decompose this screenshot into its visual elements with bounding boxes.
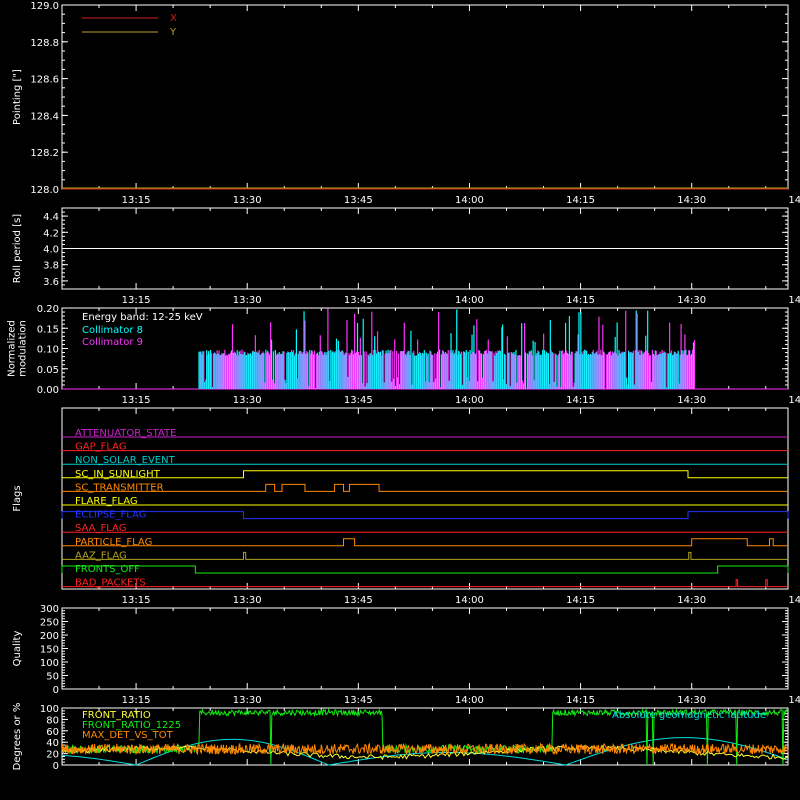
x-tick-label: 13:30 (233, 695, 262, 706)
series-line-geomagnetic-latitude (61, 737, 789, 766)
legend-label: X (170, 13, 177, 24)
y-tick-label: 150 (40, 645, 59, 656)
x-tick-label: 14:15 (566, 395, 595, 406)
y-tick-label: 0.00 (37, 385, 59, 396)
y-axis-label: Pointing ["] (12, 69, 23, 125)
x-tick-label: 14:45 (788, 195, 800, 206)
x-tick-label: 13:15 (122, 595, 151, 606)
x-tick-label: 14:00 (455, 695, 484, 706)
legend-label: Collimator 9 (82, 337, 143, 348)
y-tick-label: 60 (46, 727, 59, 738)
y-tick-label: 4.2 (43, 228, 59, 239)
flag-line (62, 551, 788, 560)
y-tick-label: 0.15 (37, 324, 59, 335)
x-tick-label: 14:30 (677, 395, 706, 406)
y-tick-label: 0 (53, 761, 59, 772)
flag-line (62, 483, 788, 492)
y-tick-label: 128.6 (30, 75, 59, 86)
x-tick-label: 14:30 (677, 295, 706, 306)
y-tick-label: 80 (46, 715, 59, 726)
panel-frame (61, 607, 789, 690)
y-tick-label: 300 (40, 604, 59, 615)
legend-label: Collimator 8 (82, 325, 143, 336)
x-tick-label: 13:45 (344, 695, 373, 706)
x-tick-label: 14:30 (677, 195, 706, 206)
y-tick-label: 4.4 (43, 212, 59, 223)
x-tick-label: 13:30 (233, 595, 262, 606)
x-tick-label: 14:30 (677, 695, 706, 706)
y-axis-label: Normalized (7, 320, 18, 377)
x-tick-label: 14:45 (788, 695, 800, 706)
x-tick-label: 13:30 (233, 195, 262, 206)
y-tick-label: 40 (46, 738, 59, 749)
x-tick-label: 14:15 (566, 595, 595, 606)
x-tick-label: 13:15 (122, 195, 151, 206)
y-tick-label: 50 (46, 672, 59, 683)
x-tick-label: 14:15 (566, 195, 595, 206)
x-tick-label: 13:45 (344, 295, 373, 306)
y-tick-label: 0 (53, 685, 59, 696)
x-tick-label: 14:30 (677, 595, 706, 606)
x-tick-label: 14:15 (566, 695, 595, 706)
y-axis-label: Flags (12, 485, 23, 511)
y-tick-label: 100 (40, 658, 59, 669)
y-tick-label: 128.4 (30, 111, 59, 122)
y-axis-label: Quality (12, 631, 23, 667)
y-tick-label: 3.8 (43, 261, 59, 272)
x-tick-label: 13:15 (122, 695, 151, 706)
x-tick-label: 14:00 (455, 395, 484, 406)
x-tick-label: 13:30 (233, 295, 262, 306)
y-tick-label: 4.0 (43, 245, 59, 256)
y-axis-label: modulation (18, 320, 29, 377)
x-tick-label: 14:45 (788, 595, 800, 606)
x-tick-label: 13:15 (122, 295, 151, 306)
y-tick-label: 100 (40, 704, 59, 715)
y-tick-label: 0.05 (37, 365, 59, 376)
y-tick-label: 128.8 (30, 38, 59, 49)
x-tick-label: 13:45 (344, 395, 373, 406)
x-tick-label: 13:30 (233, 395, 262, 406)
y-axis-label: Degrees or % (12, 703, 23, 771)
x-tick-label: 13:45 (344, 595, 373, 606)
legend-label-geomagnetic-latitude: Absolute geomagnetic latitude (612, 710, 766, 721)
x-tick-label: 14:45 (788, 395, 800, 406)
y-tick-label: 128.2 (30, 148, 59, 159)
energy-band-annotation: Energy band: 12-25 keV (82, 312, 203, 323)
y-tick-label: 128.0 (30, 185, 59, 196)
x-tick-label: 14:00 (455, 195, 484, 206)
flag-line (62, 470, 788, 479)
flag-line (61, 511, 789, 520)
y-tick-label: 20 (46, 750, 59, 761)
chart-figure: 13:15 13:30 13:45 14:00 14:15 14:30 14:45 128.0… (7, 1, 800, 772)
y-tick-label: 200 (40, 631, 59, 642)
flag-line (61, 565, 789, 574)
x-tick-label: 14:00 (455, 595, 484, 606)
y-axis-label: Roll period [s] (12, 214, 23, 283)
y-tick-label: 250 (40, 618, 59, 629)
flag-line (62, 579, 788, 588)
y-tick-label: 0.10 (37, 345, 59, 356)
x-tick-label: 14:45 (788, 295, 800, 306)
legend-label: MAX_DET_VS_TOT (82, 730, 174, 741)
x-tick-label: 13:15 (122, 395, 151, 406)
x-tick-label: 14:15 (566, 295, 595, 306)
x-tick-label: 13:45 (344, 195, 373, 206)
y-tick-label: 129.0 (30, 1, 59, 12)
x-tick-label: 14:00 (455, 295, 484, 306)
y-tick-label: 3.6 (43, 277, 59, 288)
flag-line (62, 538, 788, 547)
legend-label: Y (169, 27, 177, 38)
y-tick-label: 0.20 (37, 304, 59, 315)
